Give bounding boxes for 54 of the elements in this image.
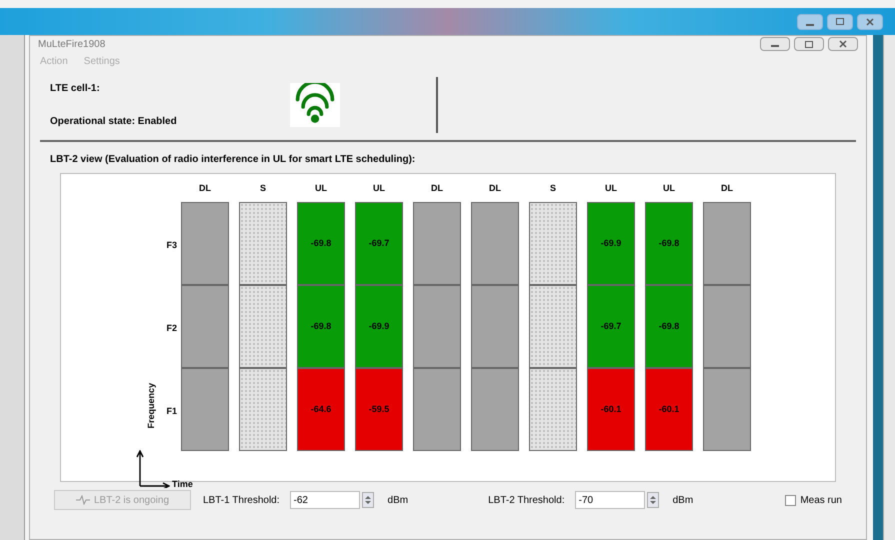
interference-cell: -69.9 <box>355 285 403 368</box>
up-down-arrows-icon <box>650 495 656 505</box>
scrollbar[interactable] <box>883 35 895 540</box>
axes-arrow-icon <box>136 450 170 488</box>
column-header: UL <box>315 182 327 195</box>
row-label: F3 <box>166 238 177 252</box>
operational-state: Operational state: Enabled <box>50 115 178 129</box>
maximize-button[interactable] <box>794 37 824 51</box>
window-title: MuLteFire1908 <box>38 38 106 52</box>
interference-cell: -60.1 <box>645 368 693 451</box>
column-header: DL <box>431 182 443 195</box>
interference-cell: -69.8 <box>297 202 345 285</box>
minimize-button[interactable] <box>797 14 823 30</box>
column-header: DL <box>199 182 211 195</box>
threshold-input[interactable]: -62 <box>290 491 360 509</box>
up-down-arrows-icon <box>364 495 371 505</box>
interference-cell: -69.8 <box>645 202 693 285</box>
close-icon <box>866 18 874 26</box>
column-header: DL <box>721 182 733 195</box>
spin-button[interactable] <box>646 492 659 508</box>
column-header: UL <box>663 182 675 195</box>
cell-name: LTE cell-1: <box>50 82 101 96</box>
interference-cell: -69.9 <box>587 202 635 285</box>
interference-cell: -69.7 <box>355 202 403 285</box>
spin-button[interactable] <box>362 492 374 508</box>
checkbox-label: Meas run <box>800 494 842 508</box>
interference-cell: -60.1 <box>587 368 635 451</box>
maximize-button[interactable] <box>827 14 853 30</box>
interference-cell: -59.5 <box>355 368 403 451</box>
interference-cell: -69.8 <box>645 285 693 368</box>
interference-cell: -69.7 <box>587 285 635 368</box>
view-title: LBT-2 view (Evaluation of radio interference in UL for smart LTE scheduling): <box>50 153 416 167</box>
y-axis-label: Frequency <box>145 383 157 428</box>
threshold-input[interactable]: -70 <box>574 491 645 509</box>
close-button[interactable] <box>857 14 883 30</box>
column-header: S <box>260 182 266 195</box>
column-header: UL <box>373 182 385 195</box>
column-header: UL <box>605 182 617 195</box>
pulse-icon <box>76 495 90 505</box>
close-button[interactable] <box>828 37 858 51</box>
x-axis-label: Time <box>172 478 193 490</box>
column-header: DL <box>489 182 501 195</box>
close-icon <box>839 40 847 48</box>
row-label: F1 <box>166 404 177 418</box>
interference-cell: -64.6 <box>297 368 345 451</box>
unit-label: dBm <box>388 494 408 508</box>
column-header: S <box>550 182 556 195</box>
row-label: F2 <box>166 322 177 335</box>
unit-label: dBm <box>672 494 694 508</box>
interference-cell: -69.8 <box>297 285 345 368</box>
minimize-button[interactable] <box>760 37 790 51</box>
meas-run-checkbox[interactable] <box>785 494 796 506</box>
threshold-label: LBT-2 Threshold: <box>488 494 565 508</box>
threshold-label: LBT-1 Threshold: <box>203 494 280 508</box>
